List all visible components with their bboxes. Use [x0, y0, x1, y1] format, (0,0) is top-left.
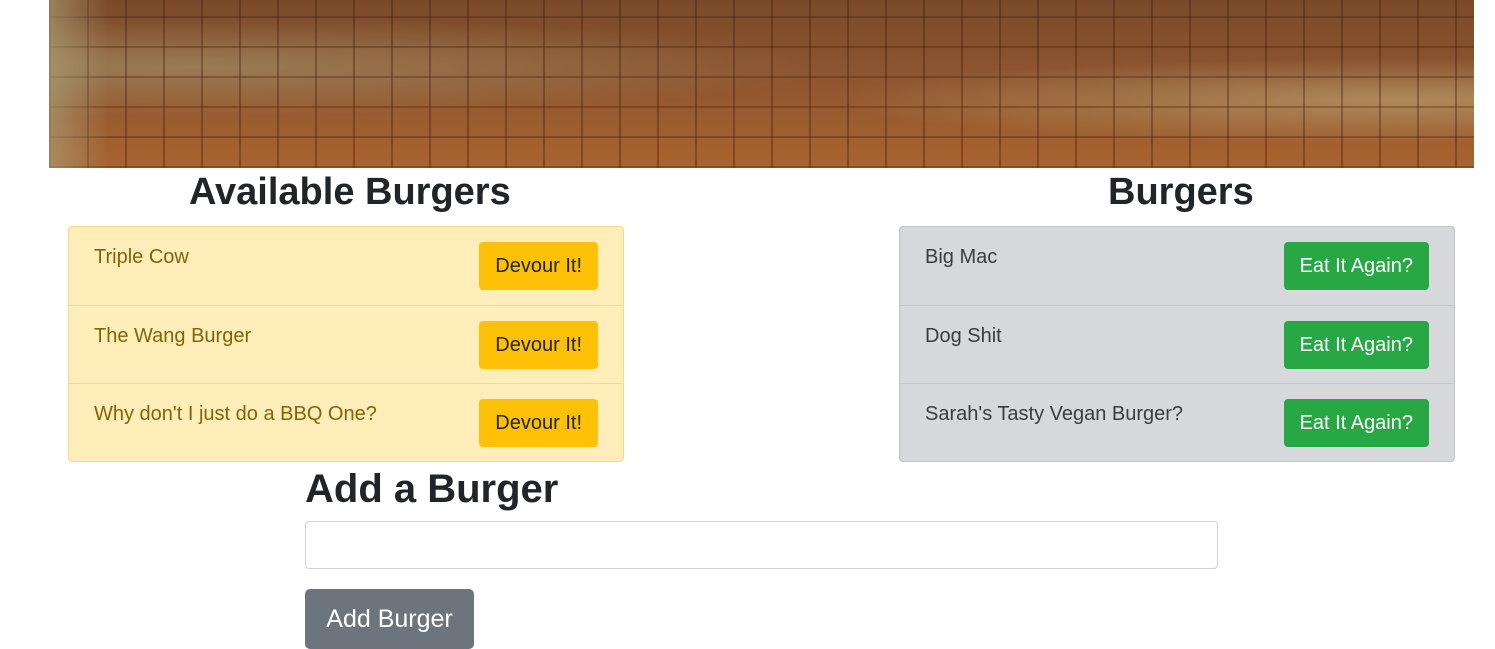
add-burger-button[interactable]: Add Burger: [305, 589, 474, 649]
burgers-title: Burgers: [1108, 171, 1254, 213]
burger-name: Why don't I just do a BBQ One?: [94, 403, 377, 425]
list-item: Triple Cow Devour It!: [69, 227, 623, 305]
burger-name: Sarah's Tasty Vegan Burger?: [925, 403, 1184, 425]
available-burgers-list: Triple Cow Devour It! The Wang Burger De…: [68, 226, 624, 462]
burger-name: The Wang Burger: [94, 325, 252, 347]
eat-again-button[interactable]: Eat It Again?: [1283, 321, 1429, 369]
list-item: The Wang Burger Devour It!: [69, 305, 623, 383]
devour-button[interactable]: Devour It!: [479, 242, 598, 290]
burger-name-input[interactable]: [305, 521, 1218, 569]
burger-name: Dog Shit: [925, 325, 1002, 347]
list-item: Why don't I just do a BBQ One? Devour It…: [69, 383, 623, 461]
eat-again-button[interactable]: Eat It Again?: [1283, 242, 1429, 290]
devour-button[interactable]: Devour It!: [479, 399, 598, 447]
list-item: Dog Shit Eat It Again?: [900, 305, 1454, 383]
hero-image: [49, 0, 1474, 168]
eat-again-button[interactable]: Eat It Again?: [1283, 399, 1429, 447]
burger-name: Triple Cow: [94, 246, 189, 268]
available-burgers-title: Available Burgers: [189, 171, 511, 213]
burger-name: Big Mac: [925, 246, 998, 268]
list-item: Sarah's Tasty Vegan Burger? Eat It Again…: [900, 383, 1454, 461]
add-burger-title: Add a Burger: [305, 467, 559, 511]
hero-image-edge: [49, 0, 109, 168]
list-item: Big Mac Eat It Again?: [900, 227, 1454, 305]
eaten-burgers-list: Big Mac Eat It Again? Dog Shit Eat It Ag…: [899, 226, 1455, 462]
devour-button[interactable]: Devour It!: [479, 321, 598, 369]
